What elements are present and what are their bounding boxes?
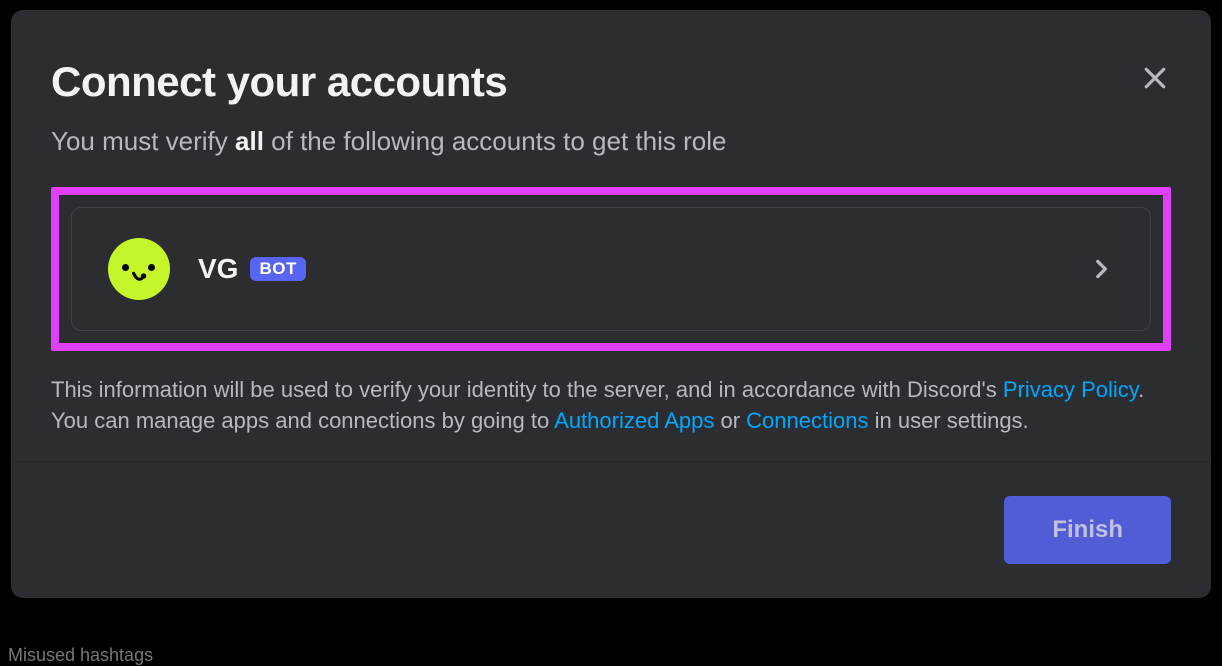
close-icon xyxy=(1140,63,1170,93)
disclaimer-part-4: in user settings. xyxy=(868,408,1028,433)
close-button[interactable] xyxy=(1139,62,1171,94)
modal-title: Connect your accounts xyxy=(51,58,507,106)
disclaimer-text: This information will be used to verify … xyxy=(51,375,1171,437)
connections-link[interactable]: Connections xyxy=(746,408,868,433)
finish-button[interactable]: Finish xyxy=(1004,496,1171,564)
modal-header: Connect your accounts xyxy=(51,58,1171,106)
avatar-face-icon xyxy=(108,238,170,300)
subtitle-post: of the following accounts to get this ro… xyxy=(264,126,727,156)
disclaimer-part-1: This information will be used to verify … xyxy=(51,377,1003,402)
bot-badge: BOT xyxy=(250,257,305,281)
account-name-wrap: VG BOT xyxy=(198,253,306,285)
subtitle-bold: all xyxy=(235,126,264,156)
authorized-apps-link[interactable]: Authorized Apps xyxy=(554,408,714,433)
modal-footer: Finish xyxy=(11,461,1211,598)
privacy-policy-link[interactable]: Privacy Policy xyxy=(1003,377,1138,402)
account-row-vg[interactable]: VG BOT xyxy=(71,207,1151,331)
modal-subtitle: You must verify all of the following acc… xyxy=(51,126,1171,157)
chevron-right-icon xyxy=(1088,256,1114,282)
account-name: VG xyxy=(198,253,238,285)
background-text: Misused hashtags xyxy=(8,645,153,666)
modal-body: Connect your accounts You must verify al… xyxy=(11,10,1211,461)
connect-accounts-modal: Connect your accounts You must verify al… xyxy=(11,10,1211,598)
subtitle-pre: You must verify xyxy=(51,126,235,156)
accounts-highlight: VG BOT xyxy=(51,187,1171,351)
disclaimer-part-3: or xyxy=(714,408,746,433)
account-avatar xyxy=(108,238,170,300)
account-left: VG BOT xyxy=(108,238,306,300)
